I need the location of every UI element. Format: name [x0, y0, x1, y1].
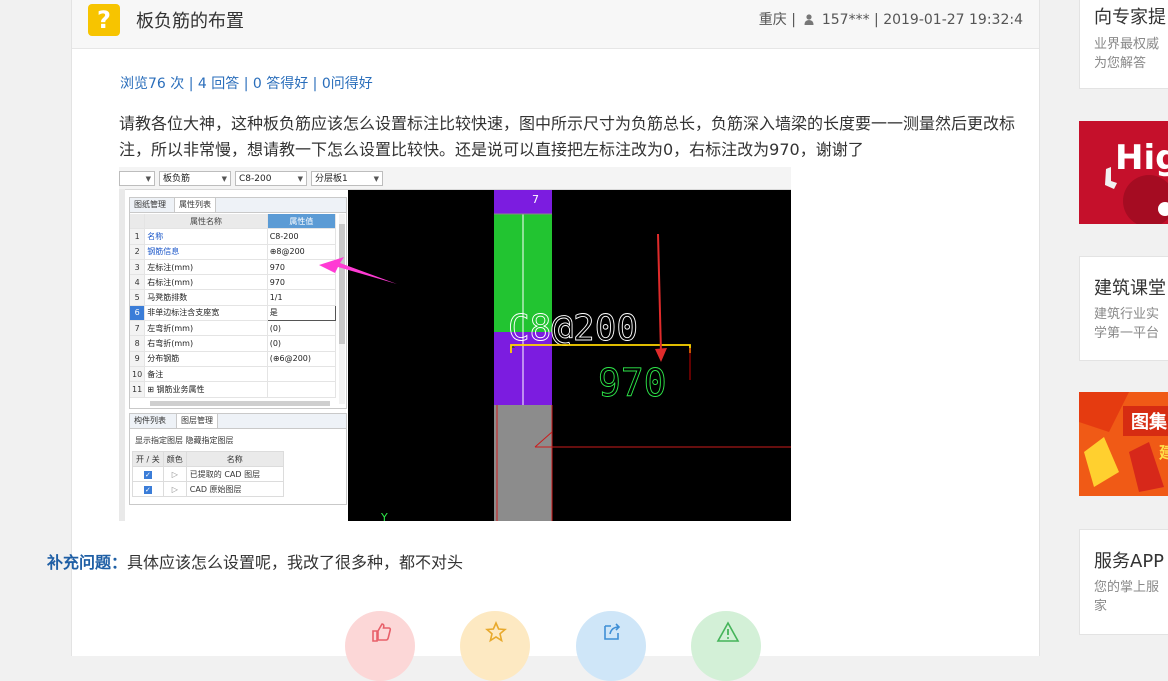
layer-panel: 构件列表 图层管理 显示指定图层 隐藏指定图层 开 / 关 颜色 名称 ✓ ▷ … [129, 413, 347, 505]
property-row[interactable]: 4 右标注(mm) 970 [130, 274, 337, 291]
tab-layer-management[interactable]: 图层管理 [176, 414, 218, 428]
warning-icon [716, 621, 740, 642]
toolbar-dropdown-2[interactable]: 板负筋 ▼ [159, 171, 231, 186]
property-panel-tabs: 图纸管理 属性列表 [130, 198, 346, 213]
property-vscroll[interactable] [339, 214, 345, 404]
layer-row[interactable]: ✓ ▷ 已提取的 CAD 图层 [132, 466, 284, 482]
property-row[interactable]: 7 左弯折(mm) (0) [130, 320, 337, 337]
left-dock [119, 189, 125, 521]
sidebar-expert-title: 向专家提 [1094, 7, 1166, 28]
question-body: 请教各位大神，这种板负筋应该怎么设置标注比较快速，图中所示尺寸为负筋总长，负筋深… [119, 114, 1016, 159]
property-panel: 图纸管理 属性列表 属性名称 属性值 1 名称 C8-200 2 钢筋信息 ⊕8@200… [129, 197, 347, 409]
sidebar-app-card[interactable]: 服务APP 您的掌上服家 [1079, 529, 1168, 635]
layer-show-hide-links[interactable]: 显示指定图层 隐藏指定图层 [135, 435, 234, 446]
question-datetime: | 2019-01-27 19:32:4 [874, 12, 1023, 28]
question-meta: 重庆 | 157*** | 2019-01-27 19:32:4 [759, 9, 1023, 29]
sidebar-expert-desc: 业界最权威 为您解答 [1094, 37, 1160, 71]
banner-decoration: Hig [1079, 121, 1168, 224]
toolbar-dropdown-1[interactable]: ▼ [119, 171, 155, 186]
report-button[interactable] [691, 611, 761, 681]
layer-checkbox[interactable]: ✓ [143, 470, 152, 479]
sidebar-app-title: 服务APP [1094, 551, 1165, 572]
toolbar-dropdown-4[interactable]: 分层板1 ▼ [311, 171, 383, 186]
supplement-label: 补充问题： [47, 553, 128, 572]
toolbar-dropdown-3[interactable]: C8-200 ▼ [235, 171, 307, 186]
property-row[interactable]: 5 马凳筋排数 1/1 [130, 289, 337, 306]
cad-dimension-label: 970 [598, 361, 667, 405]
cad-rebar-label: C8@200 [508, 308, 638, 349]
layer-table: 开 / 关 颜色 名称 ✓ ▷ 已提取的 CAD 图层 ✓ ▷ CAD 原始图层 [132, 451, 284, 497]
property-row[interactable]: 9 分布钢筋 (⊕6@200) [130, 351, 337, 367]
question-title: 板负筋的布置 [136, 11, 244, 32]
favorite-button[interactable] [460, 611, 530, 681]
layer-panel-tabs: 构件列表 图层管理 [130, 414, 346, 429]
sidebar-banner-atlas[interactable]: 图集 建 [1079, 392, 1168, 496]
layer-row[interactable]: ✓ ▷ CAD 原始图层 [132, 481, 284, 497]
layer-checkbox[interactable]: ✓ [143, 485, 152, 494]
star-icon [485, 621, 507, 643]
prop-header-value: 属性值 [267, 214, 337, 230]
question-location: 重庆 | [758, 12, 796, 28]
banner-atlas-text-2: 建 [1159, 443, 1168, 462]
property-row[interactable]: 1 名称 C8-200 [130, 228, 337, 245]
property-row-selected[interactable]: 6 非单边标注含支座宽是 [130, 304, 337, 322]
prop-header-name: 属性名称 [144, 214, 268, 230]
sidebar-course-card[interactable]: 建筑课堂 建筑行业实 学第一平台 [1079, 256, 1168, 361]
sidebar-app-desc: 您的掌上服家 [1094, 580, 1160, 614]
tab-drawing-management[interactable]: 图纸管理 [130, 198, 170, 212]
supplement-question: 补充问题：具体应该怎么设置呢，我改了很多种，都不对头 [47, 549, 463, 573]
cad-top-label: 7 [532, 193, 539, 206]
banner-atlas-text: 图集 [1131, 411, 1168, 433]
sidebar-expert-card[interactable]: 向专家提 业界最权威 为您解答 [1079, 0, 1168, 89]
thumbs-up-icon [372, 623, 392, 642]
tab-property-list[interactable]: 属性列表 [174, 198, 216, 212]
property-row[interactable]: 3 左标注(mm) 970 [130, 259, 337, 276]
cad-canvas[interactable]: 7 C8@200 970 Y [348, 190, 791, 521]
software-toolbar: ▼ 板负筋 ▼ C8-200 ▼ 分层板1 ▼ [119, 167, 791, 190]
question-stats: 浏览76 次 | 4 回答 | 0 答得好 | 0问得好 [120, 76, 373, 92]
sidebar-banner-high[interactable]: Hig [1079, 121, 1168, 224]
supplement-text: 具体应该怎么设置呢，我改了很多种，都不对头 [127, 553, 464, 572]
property-hscroll[interactable] [150, 401, 330, 406]
property-table: 属性名称 属性值 1 名称 C8-200 2 钢筋信息 ⊕8@200 3 左标注(mm) 9… [130, 214, 337, 398]
attached-screenshot[interactable]: ▼ 板负筋 ▼ C8-200 ▼ 分层板1 ▼ 图纸管理 属性列表 属性名称 属性值 … [119, 167, 791, 521]
property-row[interactable]: 10 备注 [130, 366, 337, 383]
user-icon [804, 14, 814, 25]
cad-drawing: 7 C8@200 970 Y [380, 190, 791, 521]
like-button[interactable] [345, 611, 415, 681]
property-row[interactable]: 8 右弯折(mm) (0) [130, 335, 337, 352]
property-row[interactable]: 2 钢筋信息 ⊕8@200 [130, 244, 337, 260]
share-icon [604, 623, 621, 640]
property-row[interactable]: 11 ⊞ 钢筋业务属性 [130, 381, 337, 398]
tab-component-list[interactable]: 构件列表 [130, 414, 170, 428]
cad-axis-label: Y [380, 511, 388, 521]
question-mark-icon: ? [88, 4, 120, 36]
question-user[interactable]: 157*** [822, 12, 870, 28]
banner-atlas-decoration: 图集 建 [1079, 392, 1168, 496]
sidebar-course-title: 建筑课堂 [1094, 278, 1166, 299]
share-button[interactable] [576, 611, 646, 681]
banner-high-text: Hig [1115, 138, 1168, 178]
sidebar-course-desc: 建筑行业实 学第一平台 [1094, 307, 1160, 341]
question-header: ? 板负筋的布置 重庆 | 157*** | 2019-01-27 19:32:… [72, 0, 1039, 49]
